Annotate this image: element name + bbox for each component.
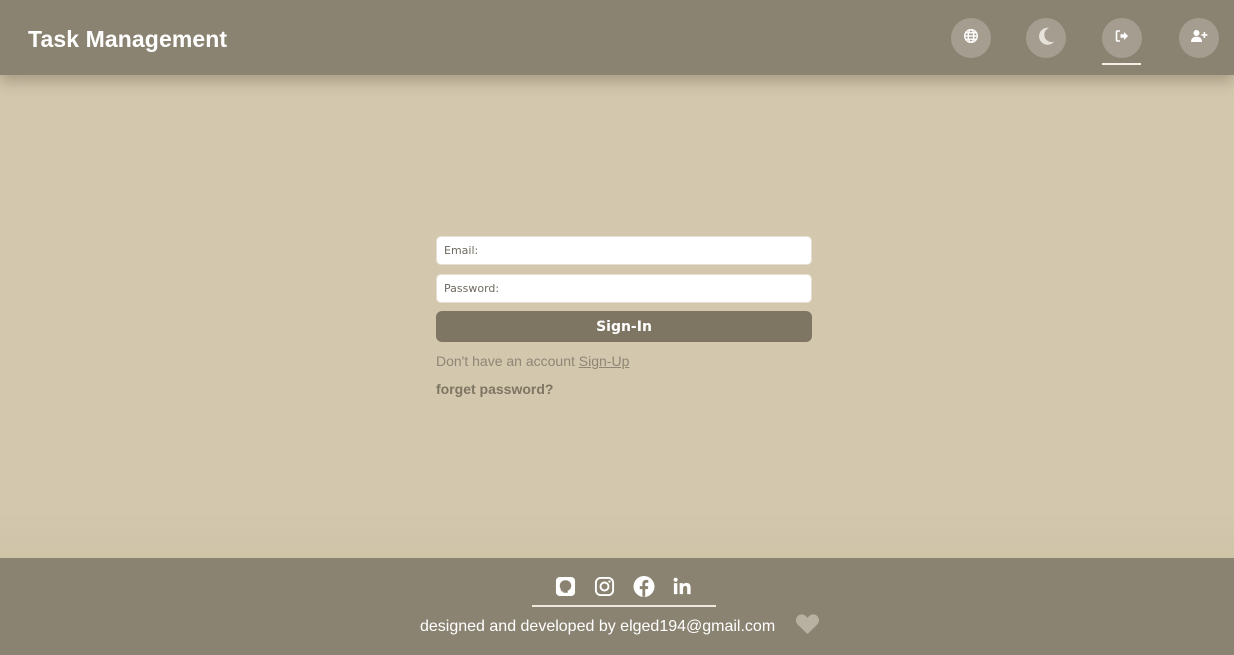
sign-in-icon: [1114, 28, 1130, 49]
password-field[interactable]: [436, 274, 812, 303]
top-navbar: Task Management: [0, 0, 1234, 75]
globe-icon: [963, 28, 979, 49]
user-plus-icon: [1190, 28, 1208, 49]
sign-up-link[interactable]: Sign-Up: [579, 353, 630, 369]
instagram-icon[interactable]: [594, 575, 616, 597]
moon-icon: [1036, 26, 1056, 51]
email-field[interactable]: [436, 236, 812, 265]
active-nav-indicator: [1102, 63, 1141, 65]
sign-up-nav-button[interactable]: [1179, 18, 1219, 58]
signup-prompt: Don't have an account Sign-Up: [436, 353, 812, 369]
linkedin-icon[interactable]: [672, 575, 694, 597]
social-links: [532, 575, 716, 607]
no-account-text: Don't have an account: [436, 353, 575, 369]
facebook-icon[interactable]: [633, 575, 655, 597]
forget-password-link[interactable]: forget password?: [436, 381, 812, 397]
sign-in-button[interactable]: Sign-In: [436, 311, 812, 342]
dark-mode-toggle[interactable]: [1026, 18, 1066, 58]
footer-credit: designed and developed by elged194@gmail…: [420, 618, 776, 635]
sign-in-nav-button[interactable]: [1102, 18, 1142, 58]
heart-icon: [795, 613, 820, 635]
social-divider: [532, 605, 716, 607]
sign-in-form: Sign-In Don't have an account Sign-Up fo…: [436, 236, 812, 397]
github-icon[interactable]: [555, 575, 577, 597]
language-button[interactable]: [951, 18, 991, 58]
app-title[interactable]: Task Management: [28, 26, 227, 53]
